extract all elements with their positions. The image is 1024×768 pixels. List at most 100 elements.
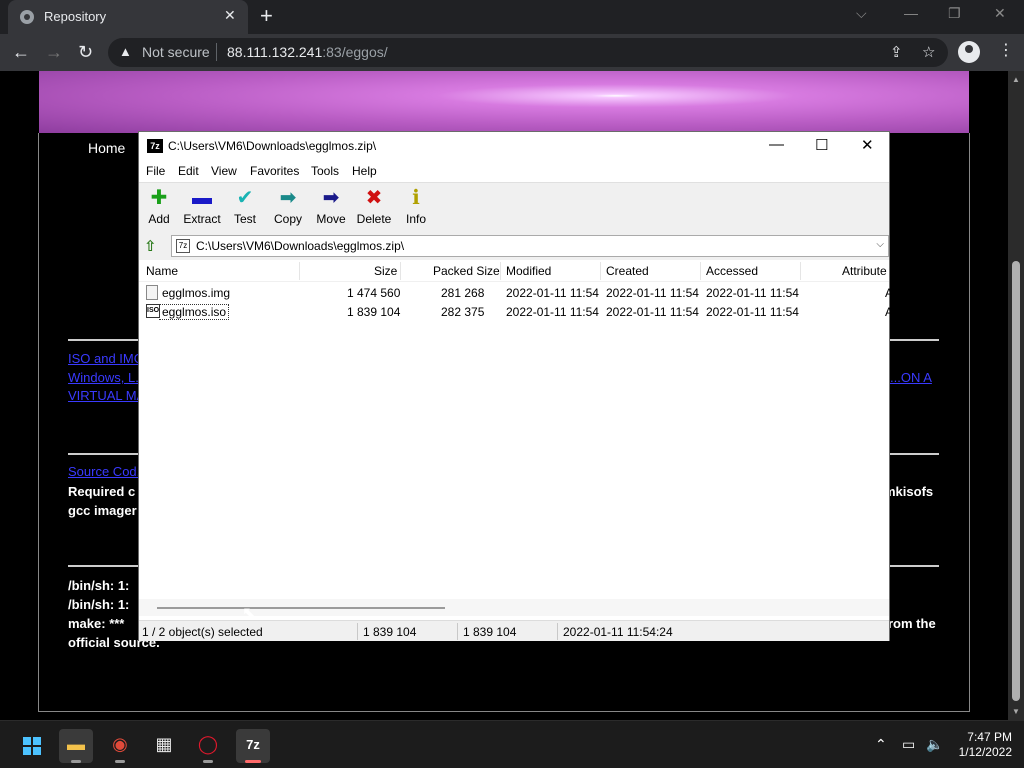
7zip-window: 7z C:\Users\VM6\Downloads\egglmos.zip\ —… — [137, 131, 893, 641]
warning-icon[interactable]: ▲ — [119, 44, 132, 59]
folder-up-icon[interactable]: ⇧ — [144, 237, 160, 255]
security-label[interactable]: Not secure — [142, 44, 210, 60]
extract-button[interactable]: ▬ Extract — [180, 187, 224, 226]
path-input[interactable]: 7z C:\Users\VM6\Downloads\egglmos.zip\ ⌵ — [171, 235, 889, 257]
scroll-down-icon[interactable]: ▼ — [1012, 707, 1020, 716]
share-icon[interactable]: ⇪ — [890, 43, 903, 61]
error-text: make: *** — [68, 616, 125, 631]
maximize-icon[interactable]: ☐ — [815, 136, 828, 154]
add-button[interactable]: ✚ Add — [137, 187, 181, 226]
volume-icon[interactable]: 🔈 — [926, 736, 943, 753]
running-indicator — [115, 760, 125, 763]
chevron-up-icon[interactable]: ⌃ — [875, 736, 887, 753]
taskbar-7zip[interactable]: 7z — [236, 729, 270, 763]
store-icon: ▦ — [155, 734, 173, 754]
page-scrollbar[interactable]: ▲ ▼ — [1008, 71, 1024, 720]
menu-file[interactable]: File — [146, 164, 165, 178]
file-attributes: A — [885, 305, 894, 319]
file-name[interactable]: egglmos.img — [162, 286, 230, 300]
test-button[interactable]: ✔ Test — [223, 187, 267, 226]
file-modified: 2022-01-11 11:54 — [506, 286, 599, 300]
restore-icon[interactable]: ❐ — [948, 5, 961, 22]
file-modified: 2022-01-11 11:54 — [506, 305, 599, 319]
column-attributes[interactable]: Attribute — [842, 264, 887, 278]
file-row[interactable]: egglmos.img 1 474 560 281 268 2022-01-11… — [139, 284, 893, 303]
source-code-link[interactable]: Source Cod... — [68, 464, 148, 479]
nav-home-link[interactable]: Home — [88, 140, 125, 156]
taskbar-chrome[interactable]: ◉ — [103, 729, 137, 763]
file-size: 1 474 560 — [347, 286, 401, 300]
column-name[interactable]: Name — [146, 264, 178, 278]
close-window-icon[interactable]: ✕ — [994, 5, 1006, 22]
running-indicator — [203, 760, 213, 763]
info-button[interactable]: ℹ Info — [394, 187, 438, 226]
menu-edit[interactable]: Edit — [178, 164, 199, 178]
file-name[interactable]: egglmos.iso — [158, 304, 230, 320]
column-accessed[interactable]: Accessed — [706, 264, 758, 278]
download-link[interactable]: ...ON A — [890, 370, 932, 385]
copy-button[interactable]: ➡ Copy — [266, 187, 310, 226]
close-tab-icon[interactable]: ✕ — [224, 7, 236, 24]
file-size: 1 839 104 — [347, 305, 401, 319]
error-text: /bin/sh: 1: — [68, 597, 130, 612]
window-titlebar[interactable]: 7z C:\Users\VM6\Downloads\egglmos.zip\ —… — [139, 132, 889, 160]
browser-toolbar: ← → ↻ ▲ Not secure 88.111.132.241:83/egg… — [0, 34, 1024, 71]
menu-help[interactable]: Help — [352, 164, 377, 178]
opera-icon: ◯ — [197, 734, 219, 754]
file-icon — [146, 285, 158, 300]
column-size[interactable]: Size — [374, 264, 397, 278]
delete-button[interactable]: ✖ Delete — [352, 187, 396, 226]
start-icon — [23, 737, 41, 755]
move-button[interactable]: ➡ Move — [309, 187, 353, 226]
minimize-icon[interactable]: — — [769, 136, 784, 153]
address-bar[interactable]: ▲ Not secure 88.111.132.241:83/eggos/ ⇪ … — [108, 38, 948, 67]
column-divider[interactable] — [400, 262, 401, 280]
column-packed-size[interactable]: Packed Size — [433, 264, 500, 278]
header-banner — [39, 71, 969, 133]
archive-icon: 7z — [176, 239, 190, 253]
error-text: rom the — [888, 616, 936, 631]
divider — [357, 623, 358, 640]
menu-view[interactable]: View — [211, 164, 237, 178]
back-icon[interactable]: ← — [12, 40, 30, 64]
taskbar-opera[interactable]: ◯ — [191, 729, 225, 763]
taskbar-store[interactable]: ▦ — [147, 729, 181, 763]
forward-icon[interactable]: → — [45, 40, 63, 64]
scroll-thumb[interactable] — [157, 607, 445, 609]
taskbar-file-explorer[interactable]: ▬ — [59, 729, 93, 763]
7zip-icon: 7z — [246, 737, 260, 752]
path-text[interactable]: C:\Users\VM6\Downloads\egglmos.zip\ — [196, 239, 404, 253]
menu-favorites[interactable]: Favorites — [250, 164, 299, 178]
column-divider[interactable] — [500, 262, 501, 280]
scroll-thumb[interactable] — [1012, 261, 1020, 701]
minimize-icon[interactable]: — — [904, 5, 918, 21]
reload-icon[interactable]: ↻ — [78, 40, 93, 64]
chevron-down-icon[interactable]: ⌵ — [876, 239, 884, 250]
scroll-up-icon[interactable]: ▲ — [1012, 75, 1020, 84]
download-link[interactable]: Windows, L... — [68, 370, 146, 385]
new-tab-icon[interactable]: + — [260, 4, 273, 28]
tab-repository[interactable]: Repository ✕ — [8, 0, 248, 34]
profile-avatar-icon[interactable] — [958, 41, 980, 63]
tab-search-icon[interactable]: ⌵ — [856, 5, 867, 22]
column-modified[interactable]: Modified — [506, 264, 551, 278]
column-divider[interactable] — [600, 262, 601, 280]
menu-tools[interactable]: Tools — [311, 164, 339, 178]
system-clock[interactable]: 7:47 PM 1/12/2022 — [950, 730, 1012, 760]
start-button[interactable] — [15, 729, 49, 763]
close-icon[interactable]: ✕ — [861, 136, 874, 154]
divider — [557, 623, 558, 640]
more-menu-icon[interactable]: ⋮ — [998, 40, 1014, 60]
file-row-selected[interactable]: ISO egglmos.iso 1 839 104 282 375 2022-0… — [139, 303, 893, 322]
globe-icon — [20, 10, 34, 24]
column-created[interactable]: Created — [606, 264, 649, 278]
path-bar: ⇧ 7z C:\Users\VM6\Downloads\egglmos.zip\… — [139, 232, 889, 260]
bookmark-star-icon[interactable]: ☆ — [922, 43, 935, 61]
url-text[interactable]: 88.111.132.241:83/eggos/ — [227, 44, 388, 60]
network-icon[interactable]: ▭ — [902, 736, 915, 753]
column-divider[interactable] — [700, 262, 701, 280]
column-divider[interactable] — [800, 262, 801, 280]
column-divider[interactable] — [299, 262, 300, 280]
file-created: 2022-01-11 11:54 — [606, 286, 699, 300]
window-title: C:\Users\VM6\Downloads\egglmos.zip\ — [168, 139, 377, 153]
